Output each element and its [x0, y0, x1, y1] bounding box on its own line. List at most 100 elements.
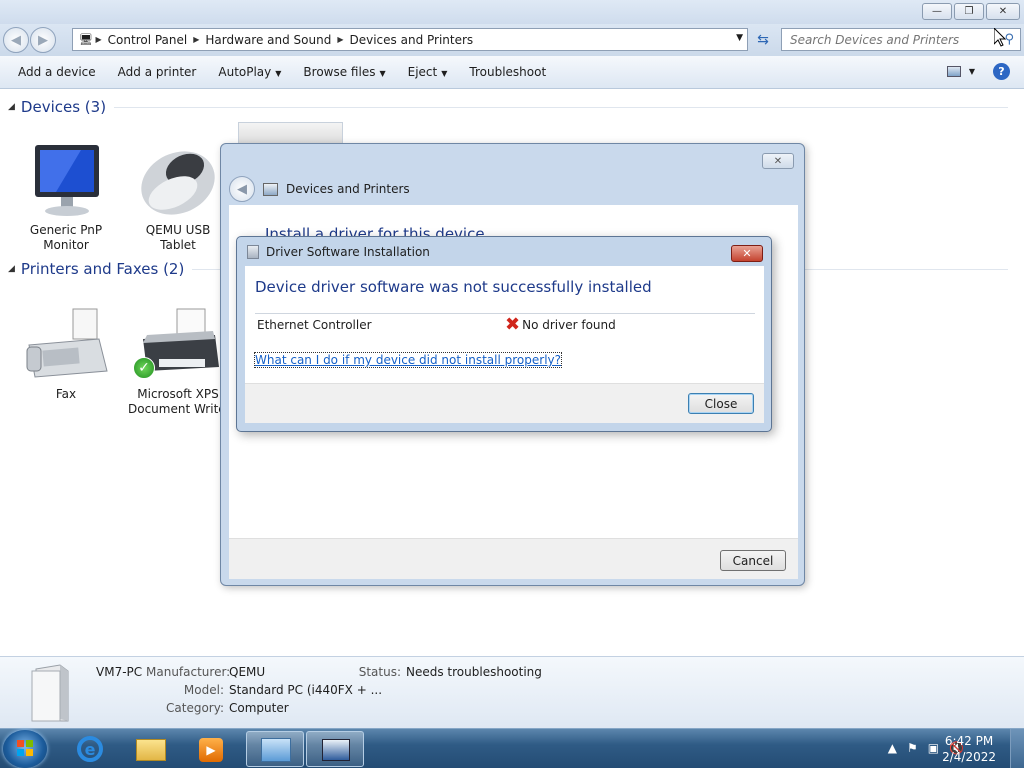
collapse-triangle-icon: ◢	[8, 264, 15, 274]
wizard-title-icon	[263, 182, 278, 196]
taskbar-control-panel[interactable]	[246, 731, 304, 767]
driver-dialog-titlebar: Driver Software Installation	[247, 245, 430, 259]
eject-menu[interactable]: Eject ▼	[400, 65, 456, 79]
error-x-icon: ✖	[505, 314, 521, 335]
model-label: Model:	[183, 683, 224, 697]
category-value: Computer	[229, 701, 289, 715]
minimize-button[interactable]: —	[922, 3, 952, 20]
taskbar-internet-explorer[interactable]: e	[62, 731, 120, 767]
folder-icon	[136, 739, 166, 761]
window-titlebar: — ❐ ✕	[0, 0, 1024, 24]
driver-dialog-icon	[247, 245, 259, 259]
clock[interactable]: 6:42 PM 2/4/2022	[942, 733, 996, 765]
wizard-back-button[interactable]: ◀	[229, 176, 255, 202]
computer-device-icon[interactable]	[238, 122, 343, 144]
taskbar-device-dialog[interactable]	[306, 731, 364, 767]
breadcrumb-devices-and-printers[interactable]: Devices and Printers	[344, 33, 480, 47]
autoplay-menu[interactable]: AutoPlay ▼	[210, 65, 289, 79]
driver-dialog-heading: Device driver software was not successfu…	[255, 278, 652, 296]
printer-fax[interactable]: Fax	[16, 305, 116, 402]
start-button[interactable]	[3, 730, 47, 768]
address-bar[interactable]: 🖥 ▶ Control Panel ▶ Hardware and Sound ▶…	[72, 28, 748, 51]
breadcrumb-separator-icon: ▶	[92, 35, 102, 44]
driver-installation-dialog: Driver Software Installation ✕ Device dr…	[236, 236, 772, 432]
driver-dialog-footer: Close	[245, 383, 764, 423]
address-dropdown-icon[interactable]: ▼	[736, 33, 743, 43]
device-label-line1: QEMU USB	[145, 223, 211, 237]
device-installer-icon	[322, 739, 350, 761]
wizard-close-button[interactable]: ✕	[762, 153, 794, 169]
device-generic-pnp-monitor[interactable]: Generic PnP Monitor	[16, 141, 116, 253]
eject-label: Eject	[407, 65, 438, 79]
command-bar: Add a device Add a printer AutoPlay ▼ Bro…	[0, 56, 1024, 89]
device-qemu-usb-tablet[interactable]: QEMU USB Tablet	[128, 141, 228, 253]
manufacturer-value: QEMU	[229, 665, 266, 679]
add-printer-button[interactable]: Add a printer	[110, 65, 205, 79]
taskbar: e ▶ ▲ ⚑ ▣ 🔇 6:42 PM 2/4/2022	[0, 728, 1024, 768]
help-link[interactable]: What can I do if my device did not insta…	[254, 352, 562, 368]
show-desktop-button[interactable]	[1010, 729, 1024, 768]
printer-label-line2: Document Write	[128, 402, 220, 416]
printer-microsoft-xps[interactable]: ✓ Microsoft XPS Document Write	[128, 305, 228, 417]
add-device-button[interactable]: Add a device	[10, 65, 104, 79]
control-panel-icon	[261, 738, 291, 762]
show-hidden-icons-icon[interactable]: ▲	[888, 741, 897, 755]
device-label-line2: Tablet	[160, 238, 196, 252]
group-divider	[114, 106, 1008, 108]
clock-date: 2/4/2022	[942, 750, 996, 764]
media-player-icon: ▶	[199, 738, 223, 762]
status-value: Needs troubleshooting	[406, 665, 542, 679]
printers-group-label: Printers and Faxes (2)	[20, 260, 185, 278]
control-panel-icon: 🖥	[79, 33, 93, 46]
breadcrumb-hardware-and-sound[interactable]: Hardware and Sound	[199, 33, 337, 47]
default-check-icon: ✓	[133, 357, 155, 379]
fax-icon	[21, 305, 111, 385]
taskbar-media-player[interactable]: ▶	[182, 731, 240, 767]
wizard-footer: Cancel	[229, 538, 798, 579]
mouse-icon	[133, 141, 223, 221]
wizard-title: Devices and Printers	[286, 182, 410, 196]
search-box[interactable]: ⚲	[781, 28, 1021, 51]
driver-dialog-close-button[interactable]: ✕	[731, 245, 763, 262]
model-value: Standard PC (i440FX + ...	[229, 683, 383, 697]
view-options-button[interactable]: ▼	[946, 66, 975, 77]
view-icon	[946, 66, 961, 77]
action-center-flag-icon[interactable]: ⚑	[907, 741, 918, 755]
driver-dialog-body: Device driver software was not successfu…	[245, 266, 764, 383]
forward-button[interactable]: ▶	[30, 27, 56, 53]
close-button[interactable]: ✕	[986, 3, 1020, 20]
back-button[interactable]: ◀	[3, 27, 29, 53]
windows-logo-icon	[17, 740, 33, 756]
chevron-down-icon: ▼	[275, 69, 282, 78]
manufacturer-label: Manufacturer:	[146, 665, 231, 679]
help-icon[interactable]: ?	[993, 63, 1010, 80]
refresh-icon[interactable]: ⇆	[752, 29, 774, 51]
maximize-button[interactable]: ❐	[954, 3, 984, 20]
browse-files-label: Browse files	[303, 65, 376, 79]
cancel-button[interactable]: Cancel	[720, 550, 786, 571]
printer-label-line1: Fax	[55, 387, 77, 401]
printer-label-line1: Microsoft XPS	[137, 387, 219, 401]
group-header-devices[interactable]: ◢ Devices (3)	[8, 98, 1008, 116]
troubleshoot-button[interactable]: Troubleshoot	[461, 65, 554, 79]
browse-files-menu[interactable]: Browse files ▼	[295, 65, 393, 79]
autoplay-label: AutoPlay	[218, 65, 272, 79]
toolbar-right: ▼ ?	[946, 63, 1010, 80]
network-error-icon[interactable]: ▣	[928, 741, 939, 755]
printer-icon: ✓	[133, 305, 223, 385]
driver-status: ✖ No driver found	[505, 316, 616, 334]
close-dialog-button[interactable]: Close	[688, 393, 754, 414]
mouse-cursor-icon	[994, 28, 1006, 47]
chevron-down-icon: ▼	[968, 67, 975, 76]
search-input[interactable]	[790, 32, 990, 47]
chevron-down-icon: ▼	[379, 69, 386, 78]
pc-name: VM7-PC	[96, 665, 143, 679]
details-pane: VM7-PC Manufacturer: QEMU Model: Standar…	[0, 656, 1024, 728]
internet-explorer-icon: e	[77, 736, 103, 762]
wizard-header: ◀ Devices and Printers	[229, 176, 410, 202]
collapse-triangle-icon: ◢	[8, 102, 15, 112]
chevron-down-icon: ▼	[441, 69, 448, 78]
computer-tower-icon	[26, 663, 76, 723]
taskbar-windows-explorer[interactable]	[122, 731, 180, 767]
breadcrumb-control-panel[interactable]: Control Panel	[102, 33, 194, 47]
